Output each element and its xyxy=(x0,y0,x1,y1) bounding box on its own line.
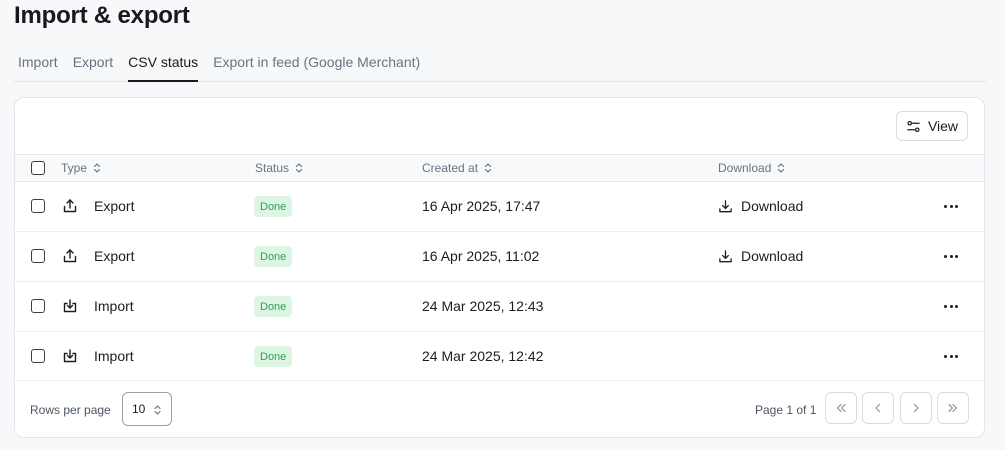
import-icon xyxy=(63,349,77,363)
sort-icon xyxy=(778,163,785,173)
table-row[interactable]: Import Done 24 Mar 2025, 12:43 xyxy=(15,282,984,332)
column-type[interactable]: Type xyxy=(61,161,102,175)
table-row[interactable]: Import Done 24 Mar 2025, 12:42 xyxy=(15,332,984,381)
download-icon xyxy=(719,249,732,262)
status-badge: Done xyxy=(254,246,293,267)
row-type: Export xyxy=(94,248,135,264)
row-type: Import xyxy=(94,348,134,364)
upload-icon xyxy=(63,199,77,213)
next-page-button[interactable] xyxy=(900,392,932,424)
chevrons-right-icon xyxy=(948,403,958,413)
row-type: Import xyxy=(94,298,134,314)
view-button[interactable]: View xyxy=(896,111,968,141)
row-checkbox[interactable] xyxy=(31,199,45,213)
csv-status-table: Type Status Created at Download Export D… xyxy=(15,154,984,381)
chevron-right-icon xyxy=(913,403,919,413)
more-actions-icon[interactable] xyxy=(944,248,958,264)
tab-export-feed[interactable]: Export in feed (Google Merchant) xyxy=(213,52,420,82)
sliders-icon xyxy=(907,120,920,132)
sort-icon xyxy=(484,163,492,173)
row-type: Export xyxy=(94,198,135,214)
csv-status-card: View Type Status Created at Download Exp… xyxy=(14,97,985,438)
column-status[interactable]: Status xyxy=(255,161,304,175)
download-link[interactable]: Download xyxy=(718,248,803,264)
previous-page-button[interactable] xyxy=(862,392,894,424)
more-actions-icon[interactable] xyxy=(944,298,958,314)
row-checkbox[interactable] xyxy=(31,249,45,263)
last-page-button[interactable] xyxy=(937,392,969,424)
chevrons-left-icon xyxy=(836,403,846,413)
table-row[interactable]: Export Done 16 Apr 2025, 11:02 Download xyxy=(15,232,984,282)
page-info: Page 1 of 1 xyxy=(755,403,817,417)
chevron-up-down-icon xyxy=(154,405,161,415)
tab-bar: Import Export CSV status Export in feed … xyxy=(14,52,986,82)
page-title: Import & export xyxy=(14,2,190,29)
row-checkbox[interactable] xyxy=(31,349,45,363)
tab-import[interactable]: Import xyxy=(18,52,58,82)
table-row[interactable]: Export Done 16 Apr 2025, 17:47 Download xyxy=(15,182,984,232)
more-actions-icon[interactable] xyxy=(944,198,958,214)
sort-icon xyxy=(93,163,101,173)
select-all-checkbox[interactable] xyxy=(31,161,45,175)
download-link[interactable]: Download xyxy=(718,198,803,214)
status-badge: Done xyxy=(254,296,293,317)
upload-icon xyxy=(63,249,77,263)
row-checkbox[interactable] xyxy=(31,299,45,313)
table-footer: Rows per page 10 Page 1 of 1 xyxy=(15,381,984,437)
chevron-left-icon xyxy=(875,403,881,413)
table-header: Type Status Created at Download xyxy=(15,154,984,182)
column-created-at[interactable]: Created at xyxy=(422,161,493,175)
first-page-button[interactable] xyxy=(825,392,857,424)
status-badge: Done xyxy=(254,346,293,367)
download-icon xyxy=(719,199,732,212)
rows-per-page-select[interactable]: 10 xyxy=(122,392,172,426)
row-created-at: 24 Mar 2025, 12:42 xyxy=(422,348,544,364)
sort-icon xyxy=(295,163,303,173)
tab-csv-status[interactable]: CSV status xyxy=(128,52,199,82)
row-created-at: 24 Mar 2025, 12:43 xyxy=(422,298,544,314)
column-download[interactable]: Download xyxy=(718,161,786,175)
rows-per-page-label: Rows per page xyxy=(30,403,111,417)
status-badge: Done xyxy=(254,196,293,217)
more-actions-icon[interactable] xyxy=(944,348,958,364)
row-created-at: 16 Apr 2025, 11:02 xyxy=(422,248,540,264)
tab-export[interactable]: Export xyxy=(73,52,113,82)
import-icon xyxy=(63,299,77,313)
row-created-at: 16 Apr 2025, 17:47 xyxy=(422,198,541,214)
view-button-label: View xyxy=(927,118,959,134)
